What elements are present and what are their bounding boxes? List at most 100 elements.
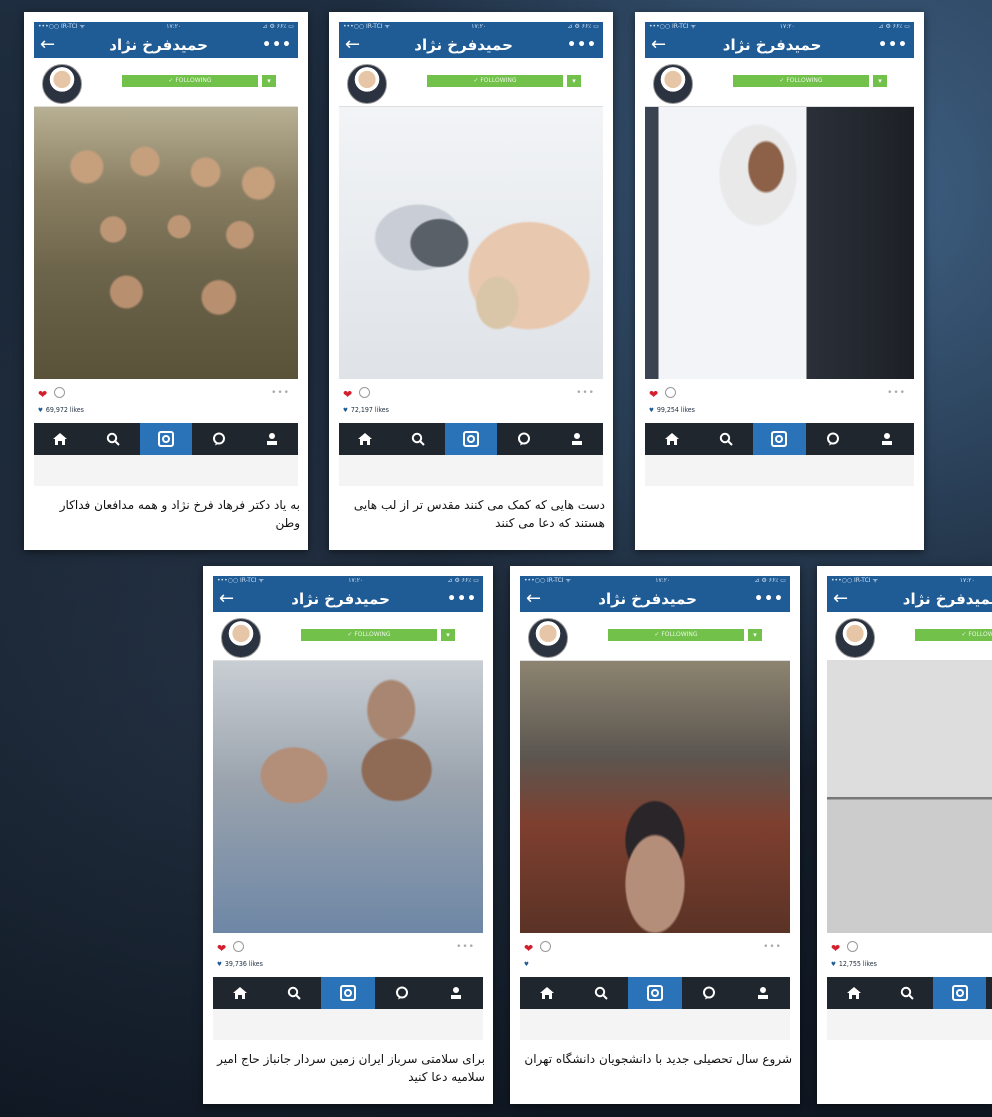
comment-icon[interactable]	[847, 941, 858, 952]
avatar[interactable]	[528, 618, 568, 658]
post-photo[interactable]	[520, 661, 790, 933]
back-arrow-icon[interactable]: ←	[40, 35, 55, 55]
post-more-icon[interactable]: •••	[763, 942, 782, 952]
following-button[interactable]: ✓ FOLLOWING	[427, 75, 563, 87]
status-bar: •••○○ IR-TCI ᯤ ۱۷:۲۰ ⊿ ⚙ ۶۶٪ ▭	[520, 576, 790, 586]
like-heart-icon[interactable]: ❤	[524, 942, 533, 955]
following-button[interactable]: ✓ FOLLOWING	[733, 75, 869, 87]
profile-name: حمیدفرخ نژاد	[414, 36, 513, 54]
camera-icon[interactable]	[139, 423, 193, 455]
back-arrow-icon[interactable]: ←	[345, 35, 360, 55]
avatar[interactable]	[221, 618, 261, 658]
tab-bar	[520, 977, 790, 1009]
like-heart-icon[interactable]: ❤	[343, 388, 352, 401]
profile-icon[interactable]	[736, 977, 790, 1009]
search-icon[interactable]	[267, 977, 321, 1009]
following-button[interactable]: ✓ FOLLOWING	[122, 75, 258, 87]
post-more-icon[interactable]: •••	[271, 388, 290, 398]
camera-icon[interactable]	[444, 423, 498, 455]
camera-icon[interactable]	[628, 977, 682, 1009]
profile-icon[interactable]	[860, 423, 914, 455]
search-icon[interactable]	[880, 977, 933, 1009]
avatar[interactable]	[835, 618, 875, 658]
more-options-icon[interactable]: •••	[447, 591, 477, 607]
post-card: •••○○ IR-TCI ᯤ ۱۷:۲۰ ⊿ ⚙ ۶۶٪ ▭ ← حمیدفرخ…	[329, 12, 613, 550]
post-more-icon[interactable]: •••	[576, 388, 595, 398]
profile-icon[interactable]	[245, 423, 298, 455]
follow-dropdown-icon[interactable]: ▾	[441, 629, 455, 641]
post-caption: به یاد دکتر فرهاد فرخ نژاد و همه مدافعان…	[59, 498, 300, 530]
avatar[interactable]	[42, 64, 82, 104]
back-arrow-icon[interactable]: ←	[219, 589, 234, 609]
post-photo[interactable]	[339, 107, 603, 379]
post-more-icon[interactable]: •••	[456, 942, 475, 952]
comment-icon[interactable]	[665, 387, 676, 398]
phone-screenshot: •••○○ IR-TCI ᯤ ۱۷:۲۰ ⊿ ⚙ ۶۶٪ ▭ ← حمیدفرخ…	[645, 22, 914, 486]
status-right: ⊿ ⚙ ۶۶٪ ▭	[878, 23, 910, 30]
following-button[interactable]: ✓ FOLLOWING	[301, 629, 437, 641]
post-photo[interactable]	[827, 661, 992, 933]
back-arrow-icon[interactable]: ←	[526, 589, 541, 609]
comment-icon[interactable]	[233, 941, 244, 952]
like-heart-icon[interactable]: ❤	[38, 388, 47, 401]
search-icon[interactable]	[87, 423, 140, 455]
avatar[interactable]	[653, 64, 693, 104]
profile-header: ✓ FOLLOWING ▾	[645, 58, 914, 107]
post-photo[interactable]	[34, 107, 298, 379]
follow-dropdown-icon[interactable]: ▾	[873, 75, 887, 87]
following-button[interactable]: ✓ FOLLOWING	[608, 629, 744, 641]
home-icon[interactable]	[339, 423, 392, 455]
activity-icon[interactable]	[682, 977, 736, 1009]
more-options-icon[interactable]: •••	[262, 37, 292, 53]
status-time: ۱۷:۲۰	[166, 23, 182, 30]
comment-icon[interactable]	[540, 941, 551, 952]
following-button[interactable]: ✓ FOLLOWING	[915, 629, 992, 641]
post-caption: شروع سال تحصیلی جدید با دانشجویان دانشگا…	[524, 1052, 792, 1066]
post-photo[interactable]	[213, 661, 483, 933]
post-card: •••○○ IR-TCI ᯤ ۱۷:۲۰ ⊿ ⚙ ۶۶٪ ▭ ← حمیدفرخ…	[24, 12, 308, 550]
profile-icon[interactable]	[550, 423, 603, 455]
home-icon[interactable]	[520, 977, 574, 1009]
activity-icon[interactable]	[497, 423, 550, 455]
like-heart-icon[interactable]: ❤	[649, 388, 658, 401]
home-icon[interactable]	[827, 977, 880, 1009]
likes-count: ♥	[524, 961, 529, 968]
back-arrow-icon[interactable]: ←	[651, 35, 666, 55]
activity-icon[interactable]	[192, 423, 245, 455]
more-options-icon[interactable]: •••	[878, 37, 908, 53]
post-photo[interactable]	[645, 107, 914, 379]
avatar[interactable]	[347, 64, 387, 104]
activity-icon[interactable]	[375, 977, 429, 1009]
camera-icon[interactable]	[752, 423, 807, 455]
status-bar: •••○○ IR-TCI ᯤ ۱۷:۲۰ ⊿ ⚙ ۶۶٪ ▭	[645, 22, 914, 32]
comment-icon[interactable]	[54, 387, 65, 398]
status-right: ⊿ ⚙ ۶۶٪ ▭	[754, 577, 786, 584]
home-icon[interactable]	[645, 423, 699, 455]
search-icon[interactable]	[392, 423, 445, 455]
post-more-icon[interactable]: •••	[887, 388, 906, 398]
more-options-icon[interactable]: •••	[567, 37, 597, 53]
activity-icon[interactable]	[986, 977, 992, 1009]
profile-icon[interactable]	[429, 977, 483, 1009]
follow-dropdown-icon[interactable]: ▾	[748, 629, 762, 641]
status-bar: •••○○ IR-TCI ᯤ ۱۷:۲۰ ⊿ ⚙ ۶۶٪ ▭	[213, 576, 483, 586]
follow-dropdown-icon[interactable]: ▾	[567, 75, 581, 87]
follow-dropdown-icon[interactable]: ▾	[262, 75, 276, 87]
profile-header: ✓ FOLLOWING ▾	[213, 612, 483, 661]
activity-icon[interactable]	[806, 423, 860, 455]
home-icon[interactable]	[213, 977, 267, 1009]
profile-name: حمیدفرخ نژاد	[902, 590, 992, 608]
camera-icon[interactable]	[321, 977, 375, 1009]
like-heart-icon[interactable]: ❤	[217, 942, 226, 955]
like-heart-icon[interactable]: ❤	[831, 942, 840, 955]
more-options-icon[interactable]: •••	[754, 591, 784, 607]
status-carrier: •••○○ IR-TCI ᯤ	[217, 577, 264, 584]
search-icon[interactable]	[574, 977, 628, 1009]
back-arrow-icon[interactable]: ←	[833, 589, 848, 609]
home-icon[interactable]	[34, 423, 87, 455]
camera-icon[interactable]	[933, 977, 986, 1009]
comment-icon[interactable]	[359, 387, 370, 398]
profile-header: ✓ FOLLOWING ▾	[339, 58, 603, 107]
search-icon[interactable]	[699, 423, 753, 455]
status-carrier: •••○○ IR-TCI ᯤ	[831, 577, 878, 584]
